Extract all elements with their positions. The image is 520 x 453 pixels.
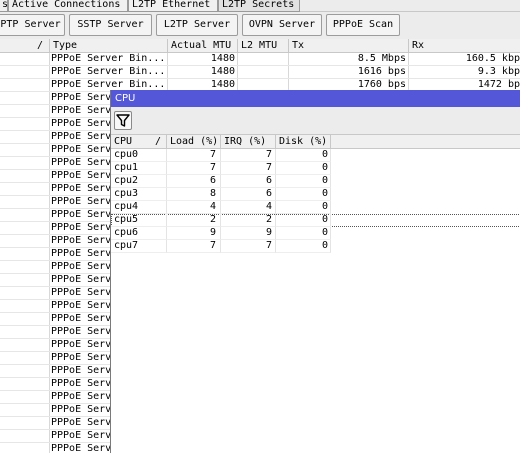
cpu-row[interactable]: cpu3 8 6 0 — [111, 188, 520, 201]
cpu-window: CPU CPU / Load (%) IRQ (%) Disk (%) cpu0… — [110, 90, 520, 453]
tab-partial[interactable]: s — [0, 0, 8, 12]
table-row[interactable]: PPPoE Server Bin... 1480 8.5 Mbps 160.5 kbp — [0, 53, 520, 66]
load-cell: 4 — [167, 201, 221, 214]
disk-cell: 0 — [276, 214, 331, 227]
rx-cell: 9.3 kbp — [477, 66, 520, 77]
cpu-row[interactable]: cpu4 4 4 0 — [111, 201, 520, 214]
column-l2-mtu[interactable]: L2 MTU — [238, 39, 289, 53]
sstp-server-button[interactable]: SSTP Server — [69, 14, 152, 36]
cpu-name-cell: cpu6 — [111, 227, 167, 240]
disk-cell: 0 — [276, 227, 331, 240]
irq-cell: 6 — [221, 175, 276, 188]
load-cell: 2 — [167, 214, 221, 227]
cpu-name-cell: cpu3 — [111, 188, 167, 201]
load-cell: 6 — [167, 175, 221, 188]
tab-l2tp-secrets[interactable]: L2TP Secrets — [218, 0, 300, 12]
cpu-table-header: CPU / Load (%) IRQ (%) Disk (%) — [111, 135, 520, 149]
type-cell: PPPoE Server Bin... — [51, 66, 166, 77]
column-name-sort[interactable]: / — [0, 39, 50, 53]
column-rx[interactable]: Rx — [409, 39, 520, 53]
irq-cell: 6 — [221, 188, 276, 201]
tx-cell: 1616 bps — [357, 66, 406, 77]
column-load[interactable]: Load (%) — [167, 135, 221, 149]
cpu-name-cell: cpu4 — [111, 201, 167, 214]
column-type[interactable]: Type — [50, 39, 168, 53]
load-cell: 7 — [167, 240, 221, 253]
tab-active-connections[interactable]: Active Connections — [8, 0, 128, 12]
tx-cell: 8.5 Mbps — [357, 53, 406, 64]
ovpn-server-button[interactable]: OVPN Server — [242, 14, 322, 36]
cpu-toolbar — [111, 107, 520, 135]
irq-cell: 7 — [221, 240, 276, 253]
cpu-window-title[interactable]: CPU — [111, 90, 520, 107]
cpu-row[interactable]: cpu7 7 7 0 — [111, 240, 520, 253]
cpu-name-cell: cpu5 — [111, 214, 167, 227]
load-cell: 7 — [167, 162, 221, 175]
actual-mtu-cell: 1480 — [210, 66, 235, 77]
load-cell: 7 — [167, 149, 221, 162]
interface-table-header: / Type Actual MTU L2 MTU Tx Rx — [0, 39, 520, 53]
filter-button[interactable] — [114, 111, 132, 130]
column-cpu[interactable]: CPU / — [111, 135, 167, 149]
irq-cell: 7 — [221, 149, 276, 162]
actual-mtu-cell: 1480 — [210, 53, 235, 64]
disk-cell: 0 — [276, 149, 331, 162]
column-actual-mtu[interactable]: Actual MTU — [168, 39, 238, 53]
load-cell: 9 — [167, 227, 221, 240]
server-button-bar: PTP Server SSTP Server L2TP Server OVPN … — [0, 12, 520, 39]
disk-cell: 0 — [276, 240, 331, 253]
disk-cell: 0 — [276, 162, 331, 175]
tab-l2tp-ethernet[interactable]: L2TP Ethernet — [128, 0, 218, 12]
irq-cell: 2 — [221, 214, 276, 227]
funnel-icon — [116, 114, 130, 127]
pptp-server-button[interactable]: PTP Server — [0, 14, 65, 36]
rx-cell: 160.5 kbp — [465, 53, 520, 64]
cpu-row[interactable]: cpu5 2 2 0 — [111, 214, 520, 227]
cpu-name-cell: cpu1 — [111, 162, 167, 175]
tab-bar: s Active Connections L2TP Ethernet L2TP … — [0, 0, 520, 12]
cpu-name-cell: cpu7 — [111, 240, 167, 253]
column-cpu-label: CPU — [114, 136, 133, 147]
sort-indicator: / — [154, 136, 161, 147]
cpu-name-cell: cpu0 — [111, 149, 167, 162]
l2tp-server-button[interactable]: L2TP Server — [156, 14, 238, 36]
cpu-row[interactable]: cpu2 6 6 0 — [111, 175, 520, 188]
irq-cell: 7 — [221, 162, 276, 175]
load-cell: 8 — [167, 188, 221, 201]
irq-cell: 9 — [221, 227, 276, 240]
type-cell: PPPoE Server Bin... — [51, 53, 166, 64]
column-tx[interactable]: Tx — [289, 39, 409, 53]
disk-cell: 0 — [276, 188, 331, 201]
irq-cell: 4 — [221, 201, 276, 214]
column-irq[interactable]: IRQ (%) — [221, 135, 276, 149]
cpu-row[interactable]: cpu6 9 9 0 — [111, 227, 520, 240]
cpu-row[interactable]: cpu0 7 7 0 — [111, 149, 520, 162]
table-row[interactable]: PPPoE Server Bin... 1480 1616 bps 9.3 kbp — [0, 66, 520, 79]
cpu-name-cell: cpu2 — [111, 175, 167, 188]
cpu-row[interactable]: cpu1 7 7 0 — [111, 162, 520, 175]
column-disk[interactable]: Disk (%) — [276, 135, 331, 149]
disk-cell: 0 — [276, 175, 331, 188]
disk-cell: 0 — [276, 201, 331, 214]
pppoe-scan-button[interactable]: PPPoE Scan — [326, 14, 400, 36]
